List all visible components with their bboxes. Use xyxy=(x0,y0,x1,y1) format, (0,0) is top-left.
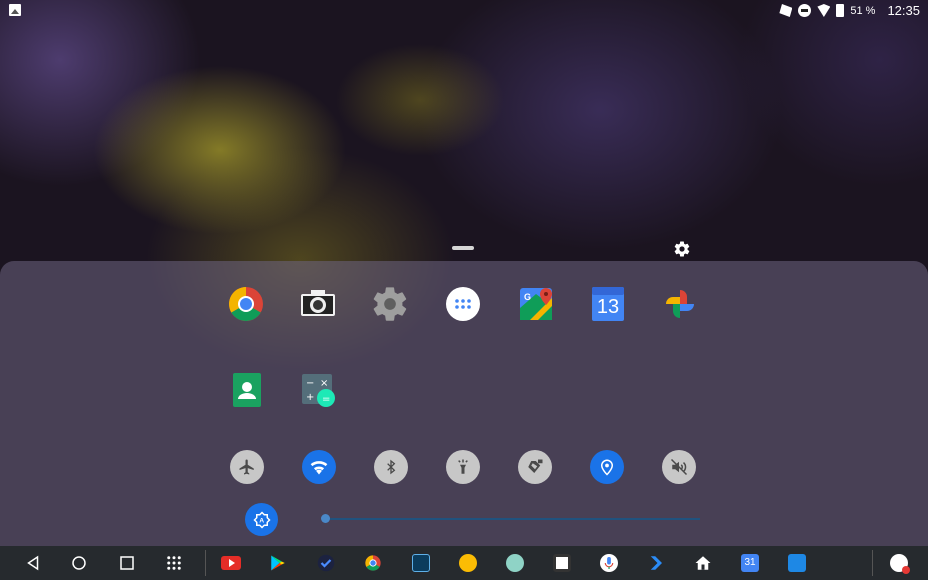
airplane-icon xyxy=(239,459,254,475)
maps-icon: G xyxy=(520,288,552,320)
grid-dots-icon xyxy=(446,287,480,321)
svg-text:+: + xyxy=(306,392,314,403)
battery-percent: 51 % xyxy=(850,4,876,17)
location-pin-icon xyxy=(600,459,614,476)
wifi-toggle[interactable] xyxy=(302,450,336,484)
svg-text:A: A xyxy=(259,517,264,524)
clock: 12:35 xyxy=(887,3,920,18)
nav-divider-right xyxy=(872,550,873,576)
mute-icon xyxy=(670,458,688,476)
drawer-handle[interactable] xyxy=(452,246,474,250)
photos-app[interactable] xyxy=(660,284,700,324)
navigation-bar: 31 xyxy=(0,546,928,580)
app-drawer[interactable] xyxy=(443,284,483,324)
location-toggle[interactable] xyxy=(590,450,624,484)
wifi-icon xyxy=(817,4,831,17)
do-not-disturb-icon xyxy=(798,4,812,17)
status-bar: 51 % 12:35 xyxy=(0,0,928,22)
youtube-icon[interactable] xyxy=(221,556,241,570)
camera-app[interactable] xyxy=(298,284,338,324)
auto-brightness-icon: A xyxy=(252,510,271,529)
emoji-icon[interactable] xyxy=(506,554,524,572)
image-icon xyxy=(9,4,21,16)
flashlight-icon xyxy=(458,459,468,474)
brightness-slider[interactable] xyxy=(326,518,700,520)
data-saver-icon xyxy=(779,4,793,17)
bluetooth-icon xyxy=(387,459,396,475)
nav-divider xyxy=(205,550,206,576)
svg-text:G: G xyxy=(524,292,531,302)
calendar-day-label: 13 xyxy=(596,296,620,318)
flashlight-toggle[interactable] xyxy=(446,450,480,484)
svg-text:×: × xyxy=(320,378,328,389)
calendar-day-label: 31 xyxy=(744,557,756,568)
screen-recorder-icon[interactable] xyxy=(412,554,430,572)
chrome-icon xyxy=(229,287,263,321)
gear-icon xyxy=(373,287,407,321)
voice-search-icon[interactable] xyxy=(600,554,618,572)
home-app-icon[interactable] xyxy=(694,554,712,572)
svg-text:=: = xyxy=(322,394,330,405)
bluetooth-toggle[interactable] xyxy=(374,450,408,484)
maps-app[interactable]: G xyxy=(516,284,556,324)
contacts-app[interactable] xyxy=(226,370,266,410)
contacts-icon xyxy=(233,373,261,407)
wifi-icon xyxy=(310,461,328,475)
auto-rotate-toggle[interactable] xyxy=(518,450,552,484)
play-store-icon[interactable] xyxy=(269,554,287,572)
notification-icon[interactable] xyxy=(890,554,910,574)
calculator-app[interactable]: − × + = xyxy=(298,370,338,410)
calendar-app[interactable]: 13 xyxy=(588,284,628,324)
gear-icon[interactable] xyxy=(673,240,691,258)
auto-brightness-button[interactable]: A xyxy=(245,503,278,536)
apps-grid-icon[interactable] xyxy=(165,554,183,572)
pinwheel-icon xyxy=(666,290,694,318)
back-icon[interactable] xyxy=(24,554,42,572)
rotate-lock-icon xyxy=(528,459,543,473)
battery-icon xyxy=(836,4,845,17)
brightness-slider-thumb[interactable] xyxy=(321,514,330,523)
airplane-mode-toggle[interactable] xyxy=(230,450,264,484)
settings-app[interactable] xyxy=(370,284,410,324)
sound-toggle[interactable] xyxy=(662,450,696,484)
home-icon[interactable] xyxy=(70,554,88,572)
status-icons: 51 % 12:35 xyxy=(779,3,920,18)
screen-capture-icon[interactable] xyxy=(553,554,571,572)
calculator-icon: − × + = xyxy=(302,374,335,407)
recents-icon[interactable] xyxy=(118,554,136,572)
cast-icon[interactable] xyxy=(788,554,806,572)
svg-text:−: − xyxy=(306,378,314,389)
arrow-app-icon[interactable] xyxy=(647,554,665,572)
chrome-icon[interactable] xyxy=(364,554,382,572)
tasks-icon[interactable] xyxy=(317,554,335,572)
calendar-icon[interactable]: 31 xyxy=(741,554,759,572)
camera-icon xyxy=(301,290,335,316)
keep-icon[interactable] xyxy=(459,554,477,572)
chrome-app[interactable] xyxy=(226,284,266,324)
